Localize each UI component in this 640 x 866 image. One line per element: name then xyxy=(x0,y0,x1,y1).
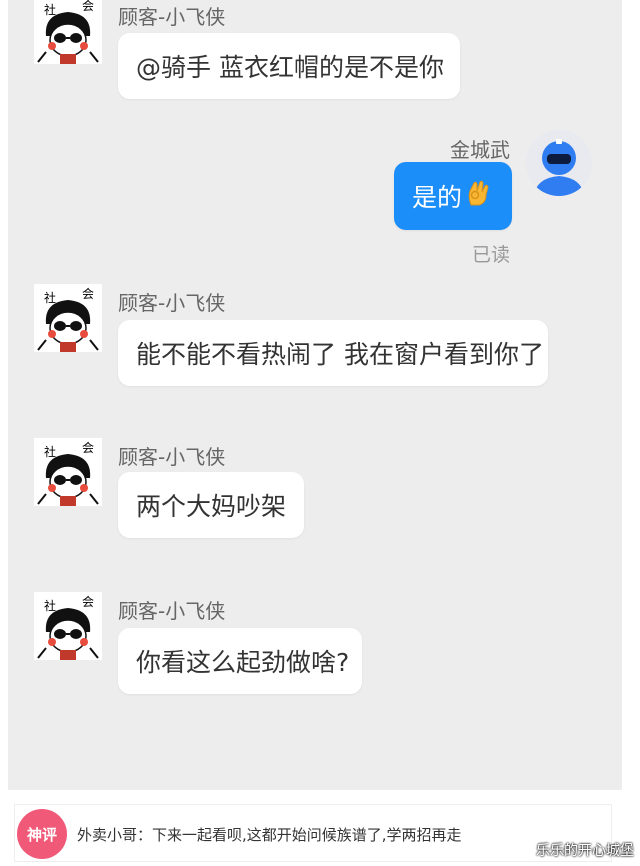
svg-text:社: 社 xyxy=(44,444,56,459)
customer-avatar[interactable]: 社 会 xyxy=(34,284,102,352)
message-bubble[interactable]: @骑手 蓝衣红帽的是不是你 xyxy=(118,33,460,99)
sender-name: 金城武 xyxy=(450,138,510,162)
customer-avatar[interactable]: 社 会 xyxy=(34,0,102,64)
ok-hand-icon xyxy=(466,179,490,213)
customer-avatar[interactable]: 社 会 xyxy=(34,438,102,506)
my-message-bubble[interactable]: 是的 xyxy=(394,162,512,230)
top-comment: 神评 外卖小哥：下来一起看呗,这都开始问候族谱了,学两招再走 xyxy=(14,804,612,862)
sunglasses-character-icon: 社 会 xyxy=(34,0,102,64)
watermark: 乐乐的开心城堡 xyxy=(536,843,634,859)
svg-text:社: 社 xyxy=(44,290,56,305)
message-bubble[interactable]: 两个大妈吵架 xyxy=(118,472,304,538)
sunglasses-character-icon: 社 会 xyxy=(34,592,102,660)
sunglasses-character-icon: 社 会 xyxy=(34,284,102,352)
svg-text:会: 会 xyxy=(82,595,94,609)
message-text: 能不能不看热闹了 我在窗户看到你了 xyxy=(136,340,544,369)
rider-helmet-icon xyxy=(526,130,592,196)
message-text: 两个大妈吵架 xyxy=(136,492,287,521)
message-bubble[interactable]: 能不能不看热闹了 我在窗户看到你了 xyxy=(118,320,548,386)
sender-name: 顾客-小飞侠 xyxy=(118,291,226,315)
message-text: 你看这么起劲做啥? xyxy=(136,648,350,677)
rider-avatar[interactable] xyxy=(526,130,592,196)
top-comment-badge: 神评 xyxy=(17,809,67,859)
chat-area: 社 会 顾客-小飞侠 @骑手 蓝衣红帽的是不是你 金城武 是的 已读 社 会 顾… xyxy=(8,0,622,790)
read-status: 已读 xyxy=(472,244,511,266)
sunglasses-character-icon: 社 会 xyxy=(34,438,102,506)
svg-text:社: 社 xyxy=(44,598,56,613)
sender-name: 顾客-小飞侠 xyxy=(118,5,226,29)
message-bubble[interactable]: 你看这么起劲做啥? xyxy=(118,628,362,694)
sender-name: 顾客-小飞侠 xyxy=(118,445,226,469)
svg-text:会: 会 xyxy=(82,0,94,13)
sender-name: 顾客-小飞侠 xyxy=(118,599,226,623)
svg-text:社: 社 xyxy=(44,2,56,17)
message-text: 是的 xyxy=(412,183,463,212)
top-comment-text: 外卖小哥：下来一起看呗,这都开始问候族谱了,学两招再走 xyxy=(77,826,462,844)
message-text: @骑手 蓝衣红帽的是不是你 xyxy=(136,53,444,82)
svg-text:会: 会 xyxy=(82,441,94,455)
svg-text:会: 会 xyxy=(82,287,94,301)
customer-avatar[interactable]: 社 会 xyxy=(34,592,102,660)
